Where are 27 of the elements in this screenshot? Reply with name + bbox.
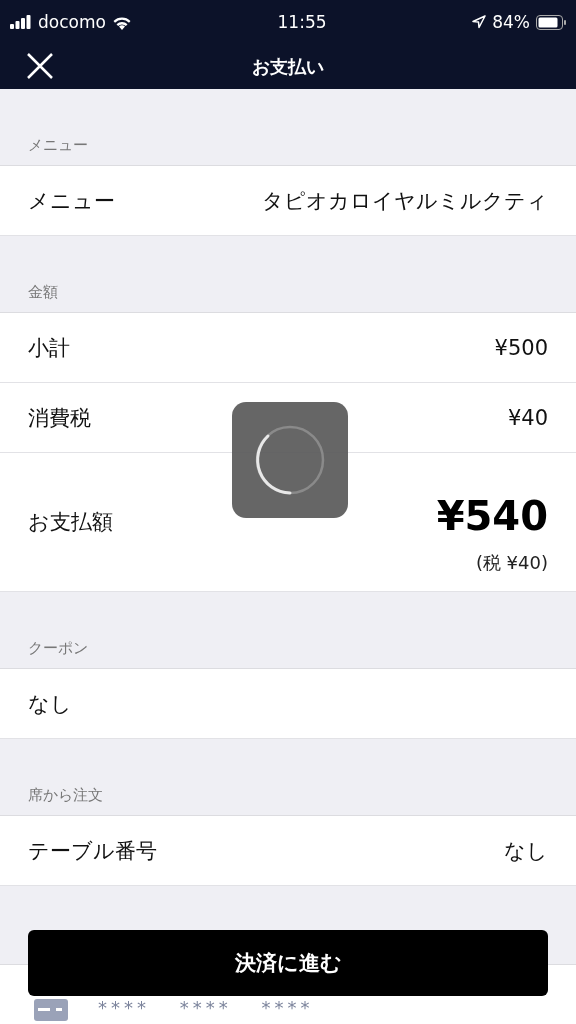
pay-button[interactable]: 決済に進む <box>28 930 548 996</box>
row-value: なし <box>504 837 548 865</box>
carrier-name: docomo <box>38 12 106 32</box>
row-value: ¥500 <box>494 335 548 360</box>
row-label: メニュー <box>28 187 115 215</box>
tax-note: (税 ¥40) <box>475 551 548 575</box>
battery-percent: 84% <box>492 12 530 32</box>
total-amount: ¥540 <box>436 493 548 539</box>
section-header: メニュー <box>28 136 88 155</box>
card-icon <box>34 999 68 1021</box>
row-value: タピオカロイヤルミルクティ <box>262 187 548 215</box>
row-label: テーブル番号 <box>28 837 157 865</box>
row-value: ¥40 <box>507 405 548 430</box>
location-arrow-icon <box>472 15 487 29</box>
screen-title: お支払い <box>252 54 324 79</box>
section-header: 金額 <box>28 283 58 302</box>
row-label: お支払額 <box>28 509 113 536</box>
row-label: 消費税 <box>28 404 91 432</box>
masked-card-number: **** **** **** <box>98 999 314 1017</box>
section-header: クーポン <box>28 639 88 658</box>
row-label: なし <box>28 690 72 718</box>
spinner-icon <box>254 424 326 496</box>
battery-icon <box>536 14 566 30</box>
clock-time: 11:55 <box>277 12 327 32</box>
row-label: 小計 <box>28 334 70 362</box>
section-header: 席から注文 <box>28 786 103 805</box>
signal-icon <box>10 15 32 29</box>
